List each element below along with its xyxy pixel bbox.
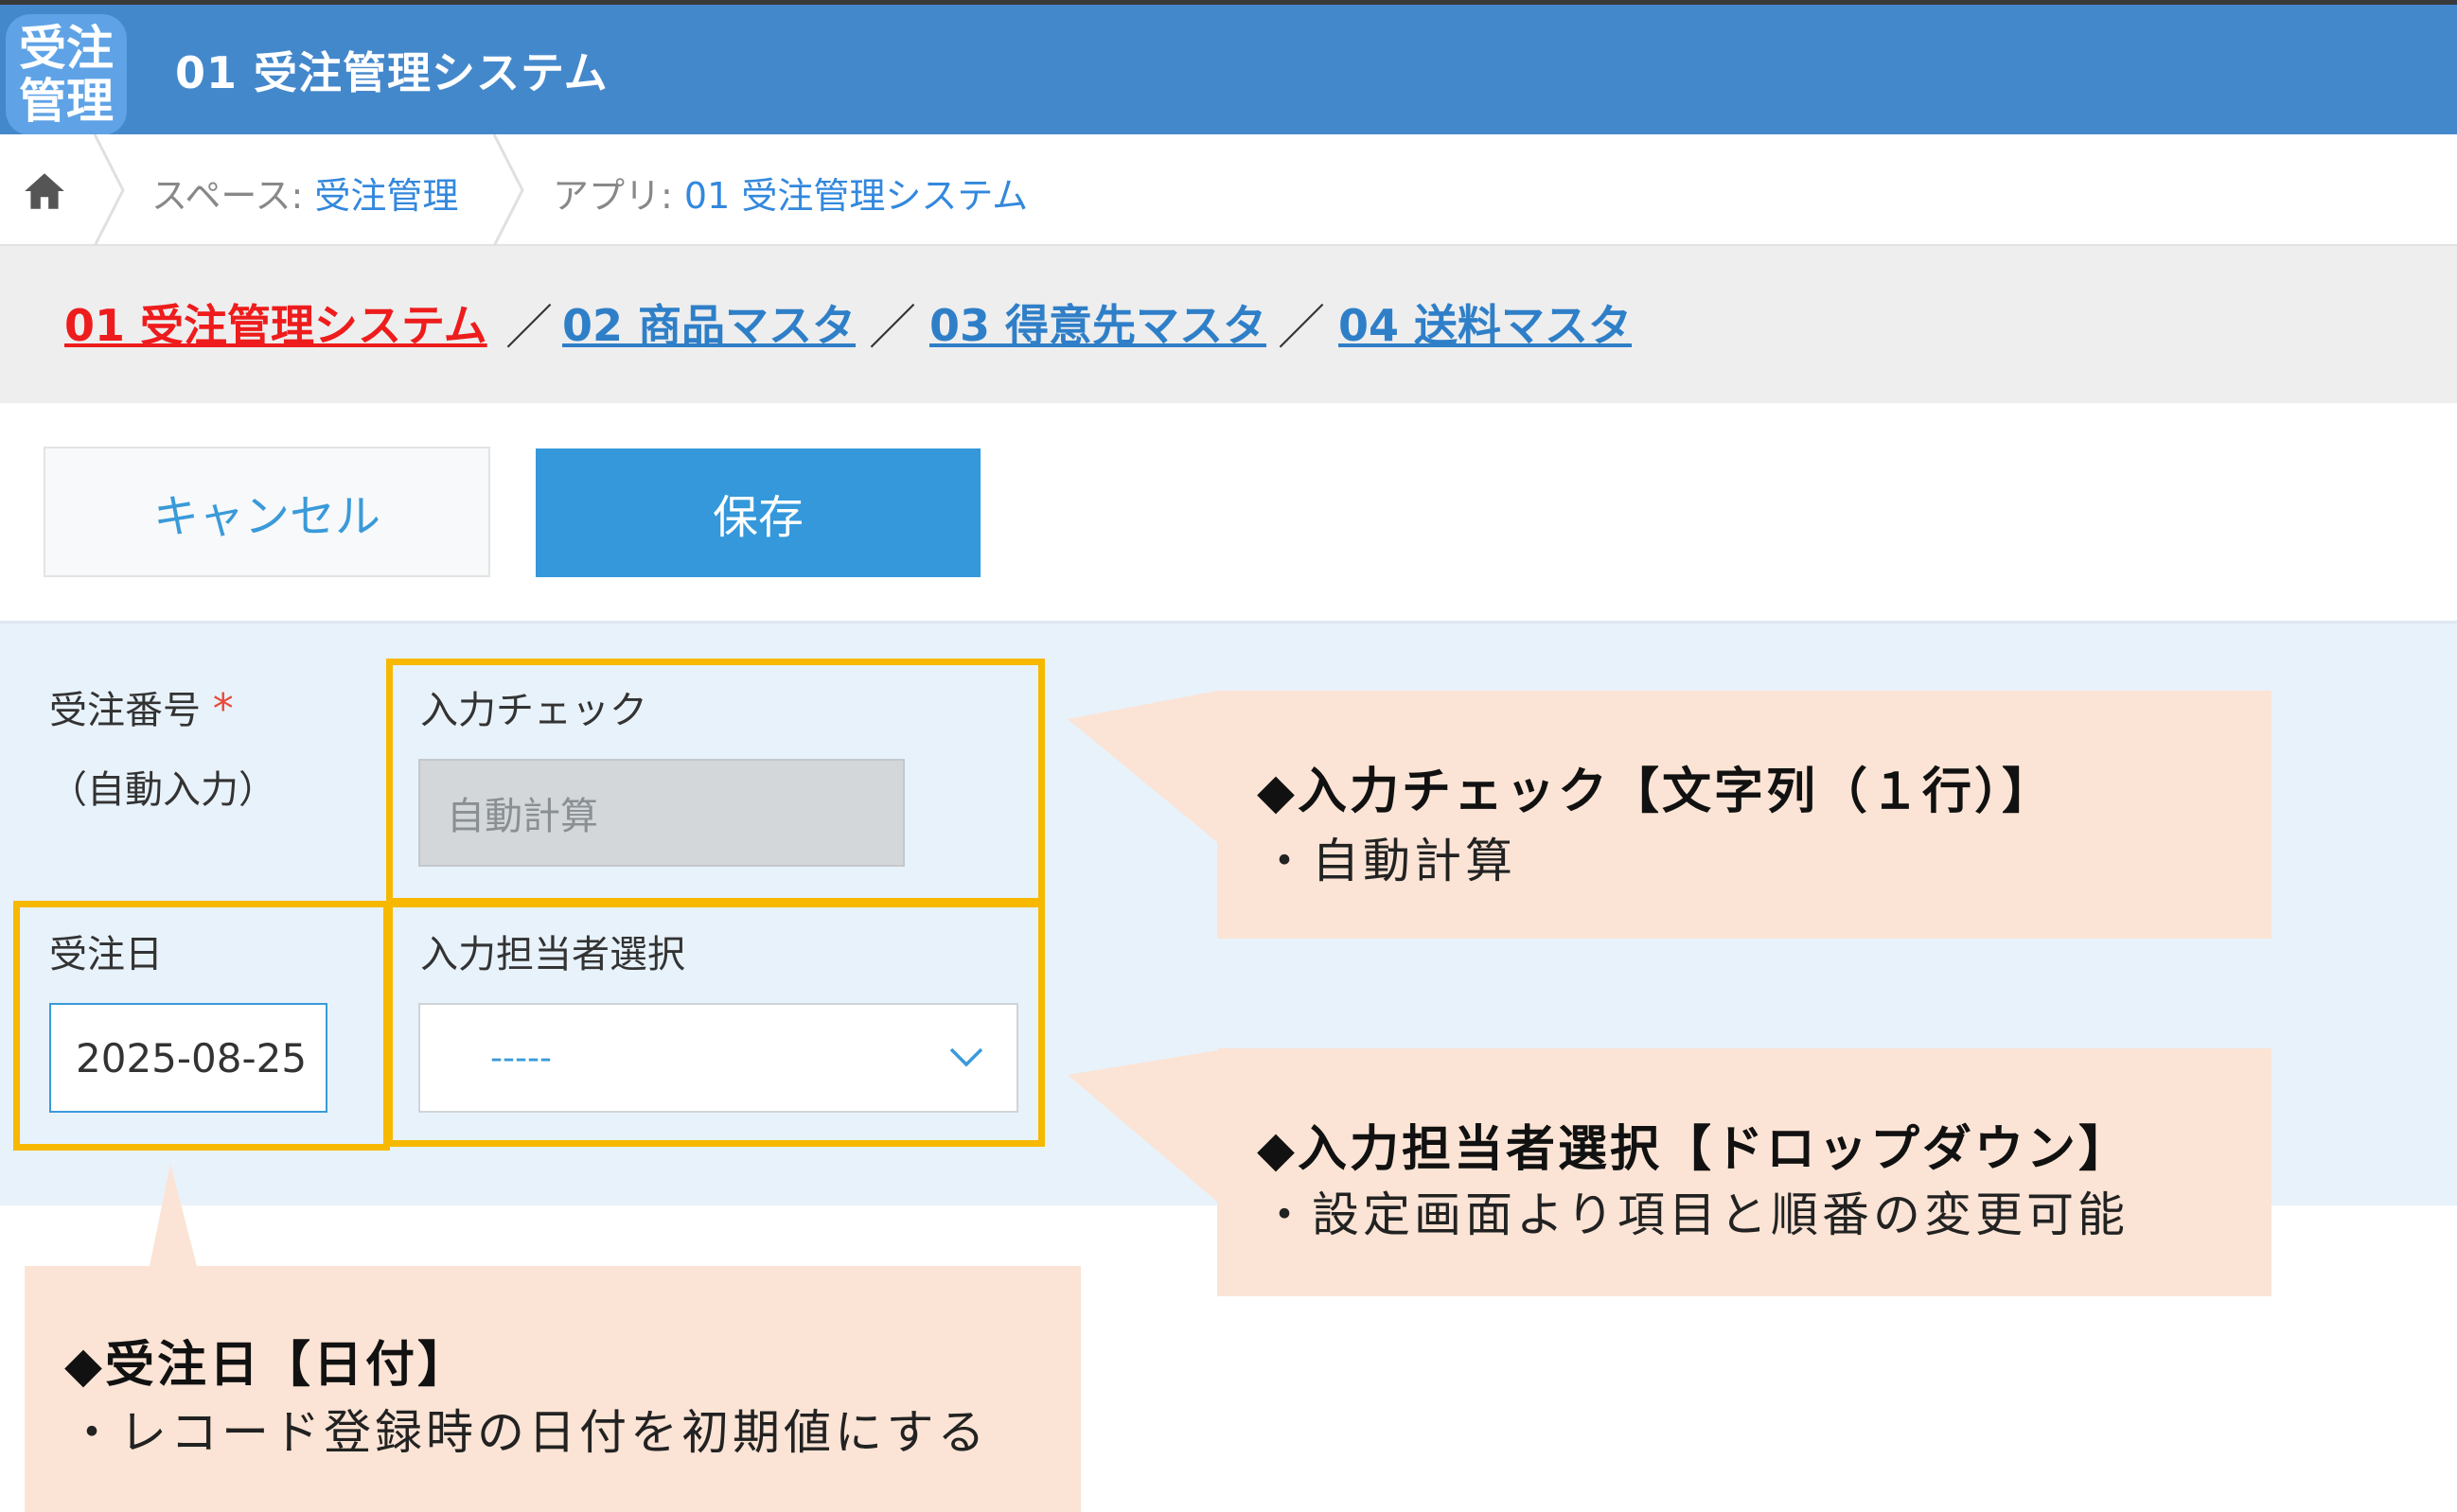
home-icon[interactable] <box>21 167 68 215</box>
nav-separator: ／ <box>505 300 553 355</box>
nav-link-shipping-master[interactable]: 04 送料マスタ <box>1338 291 1632 354</box>
callout-input-check-title: ◆入力チェック【文字列（１行）】 <box>1257 764 2054 820</box>
callout-staff-select-body: ・設定画面より項目と順番の変更可能 <box>1261 1187 2129 1242</box>
highlight-staff-select <box>386 901 1045 1147</box>
breadcrumb-space-prefix: スペース: <box>151 175 315 217</box>
breadcrumb-app-link[interactable]: 01 受注管理システム <box>684 175 1028 217</box>
callout-staff-select: ◆入力担当者選択【ドロップダウン】 ・設定画面より項目と順番の変更可能 <box>1217 1048 2271 1296</box>
nav-separator: ／ <box>1278 300 1325 355</box>
highlight-order-date <box>13 901 390 1151</box>
app-icon-line2: 管理 <box>19 74 114 129</box>
app-icon-line1: 受注 <box>19 21 114 76</box>
cancel-button[interactable]: キャンセル <box>44 447 490 577</box>
app-header: 受注 管理 01 受注管理システム <box>0 0 2457 135</box>
callout-input-check: ◆入力チェック【文字列（１行）】 ・自動計算 <box>1217 691 2271 939</box>
order-number-label: 受注番号 * <box>49 679 234 734</box>
nav-link-order-system[interactable]: 01 受注管理システム <box>64 291 487 354</box>
breadcrumb-app[interactable]: アプリ: 01 受注管理システム <box>553 167 1028 219</box>
breadcrumb-space-link[interactable]: 受注管理 <box>314 175 458 217</box>
callout-input-check-body: ・自動計算 <box>1261 834 1516 888</box>
required-mark: * <box>212 685 234 733</box>
breadcrumb-app-prefix: アプリ: <box>553 175 684 217</box>
callout-order-date-body: ・レコード登録時の日付を初期値にする <box>68 1405 989 1460</box>
breadcrumb: スペース: 受注管理 アプリ: 01 受注管理システム <box>0 134 2457 246</box>
callout-order-date: ◆受注日【日付】 ・レコード登録時の日付を初期値にする <box>25 1266 1081 1512</box>
app-icon[interactable]: 受注 管理 <box>6 14 127 135</box>
nav-link-product-master[interactable]: 02 商品マスタ <box>562 291 856 354</box>
nav-link-customer-master[interactable]: 03 得意先マスタ <box>929 291 1266 354</box>
order-number-note: （自動入力） <box>49 768 276 812</box>
breadcrumb-separator-icon <box>93 134 125 246</box>
save-button[interactable]: 保存 <box>536 448 981 577</box>
order-number-label-text: 受注番号 <box>49 689 201 732</box>
callout-staff-select-title: ◆入力担当者選択【ドロップダウン】 <box>1257 1121 2130 1178</box>
callout-order-date-title: ◆受注日【日付】 <box>64 1337 469 1394</box>
breadcrumb-separator-icon <box>492 134 524 246</box>
highlight-input-check <box>386 659 1045 905</box>
nav-separator: ／ <box>869 300 916 355</box>
related-apps-nav: 01 受注管理システム ／ 02 商品マスタ ／ 03 得意先マスタ ／ 04 … <box>0 246 2457 403</box>
breadcrumb-space[interactable]: スペース: 受注管理 <box>151 167 458 219</box>
app-title: 01 受注管理システム <box>175 47 609 98</box>
